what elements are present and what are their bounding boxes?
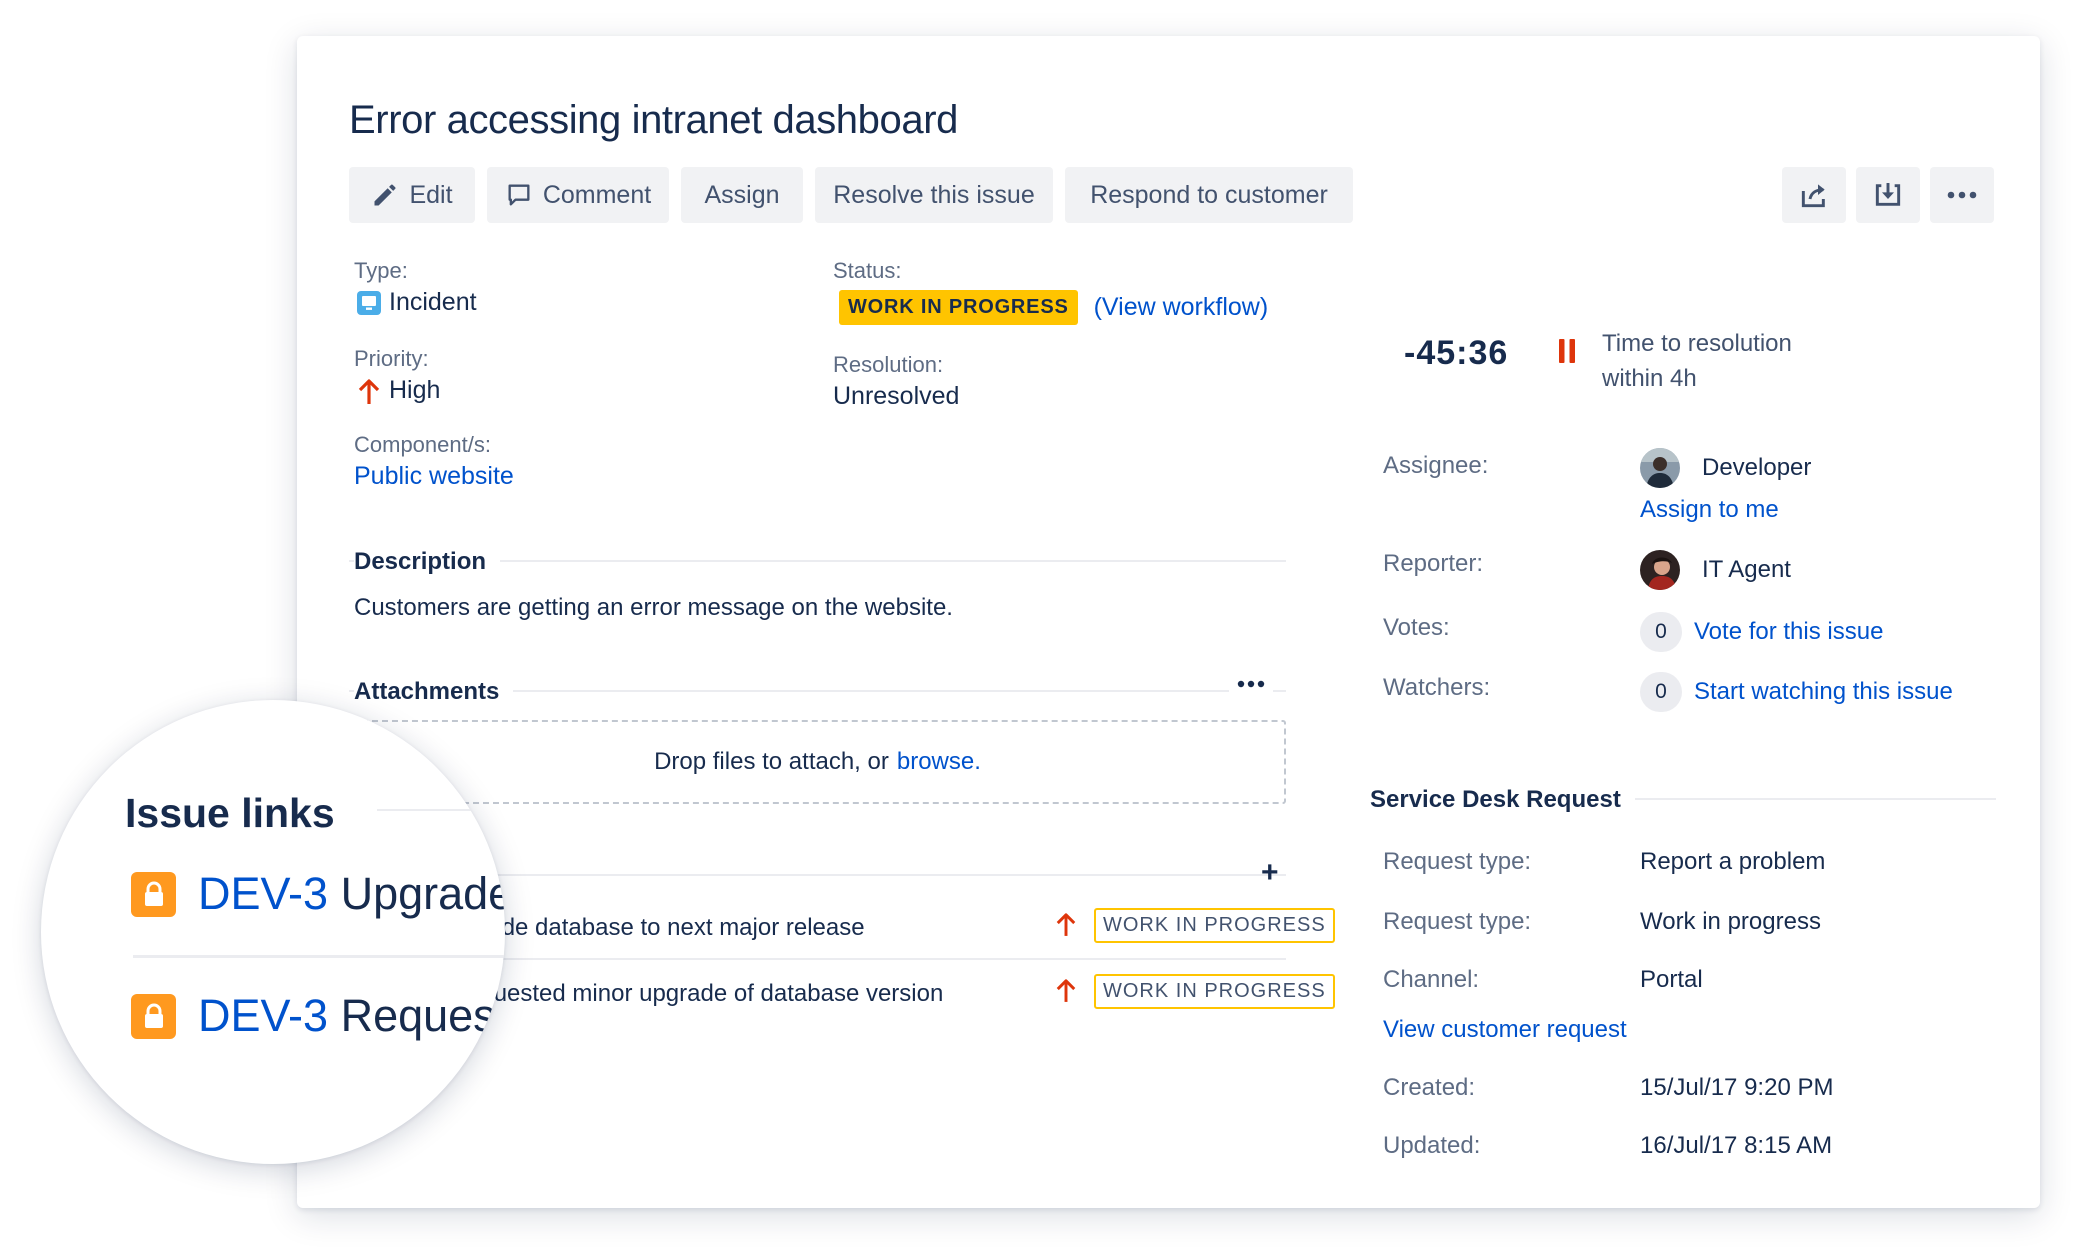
reporter-value: IT Agent bbox=[1640, 550, 1791, 590]
issue-link-summary[interactable]: Upgrade bbox=[341, 868, 505, 919]
priority-value: High bbox=[357, 376, 440, 405]
issue-link-row[interactable]: DEV-3 Reques bbox=[131, 990, 496, 1042]
service-desk-heading: Service Desk Request bbox=[1370, 786, 1635, 814]
description-text: Customers are getting an error message o… bbox=[354, 594, 953, 621]
resolve-issue-button[interactable]: Resolve this issue bbox=[815, 167, 1053, 223]
more-icon bbox=[1237, 680, 1265, 688]
votes-value: 0 Vote for this issue bbox=[1640, 612, 1883, 652]
priority-label: Priority: bbox=[354, 346, 429, 371]
comment-label: Comment bbox=[542, 180, 652, 209]
component-label: Component/s: bbox=[354, 432, 491, 457]
drop-text: Drop files to attach, or bbox=[654, 748, 889, 775]
comment-icon bbox=[508, 184, 530, 206]
assign-to-me-link[interactable]: Assign to me bbox=[1640, 496, 1779, 524]
share-icon bbox=[1801, 184, 1825, 208]
share-button[interactable] bbox=[1782, 167, 1846, 223]
created-value: 15/Jul/17 9:20 PM bbox=[1640, 1074, 1834, 1101]
issue-card: Error accessing intranet dashboard Edit … bbox=[297, 36, 2040, 1208]
status-lozenge: WORK IN PROGRESS bbox=[839, 290, 1078, 325]
assign-button[interactable]: Assign bbox=[681, 167, 803, 223]
edit-button[interactable]: Edit bbox=[349, 167, 475, 223]
request-type-value: Report a problem bbox=[1640, 848, 1826, 875]
request-type-label: Request type: bbox=[1383, 908, 1532, 935]
avatar bbox=[1640, 448, 1680, 488]
pencil-icon bbox=[374, 184, 396, 206]
respond-to-customer-button[interactable]: Respond to customer bbox=[1065, 167, 1353, 223]
resolution-value: Unresolved bbox=[833, 382, 960, 410]
assignee-value: Developer bbox=[1640, 448, 1811, 488]
request-type-value: Work in progress bbox=[1640, 908, 1821, 935]
description-heading: Description bbox=[354, 548, 501, 576]
incident-icon bbox=[357, 290, 381, 315]
arrow-up-icon bbox=[358, 378, 380, 404]
respond-label: Respond to customer bbox=[1090, 180, 1328, 209]
add-issue-link-button[interactable]: + bbox=[1261, 856, 1279, 890]
channel-value: Portal bbox=[1640, 966, 1703, 993]
attachment-dropzone[interactable]: Drop files to attach, or browse. bbox=[349, 720, 1286, 804]
more-icon bbox=[1947, 191, 1977, 199]
assignee-label: Assignee: bbox=[1383, 452, 1489, 479]
download-icon bbox=[1875, 183, 1901, 206]
issue-links-magnifier: Issue links DEV-3 Upgrade DEV-3 Reques bbox=[41, 700, 505, 1164]
lock-icon bbox=[131, 871, 176, 917]
sla-window: within 4h bbox=[1602, 365, 1697, 392]
created-label: Created: bbox=[1383, 1074, 1476, 1101]
watchers-count-badge: 0 bbox=[1640, 672, 1682, 712]
issue-link-summary[interactable]: Reques bbox=[341, 990, 496, 1041]
component-link[interactable]: Public website bbox=[354, 462, 514, 491]
votes-label: Votes: bbox=[1383, 614, 1450, 641]
type-label: Type: bbox=[354, 258, 408, 283]
status-row: WORK IN PROGRESS (View workflow) bbox=[839, 290, 1268, 325]
reporter-name: IT Agent bbox=[1702, 556, 1791, 583]
status-label: Status: bbox=[833, 258, 902, 283]
issue-links-heading-rule bbox=[377, 809, 505, 811]
comment-button[interactable]: Comment bbox=[487, 167, 669, 223]
channel-label: Channel: bbox=[1383, 966, 1480, 993]
avatar bbox=[1640, 550, 1680, 590]
type-value: Incident bbox=[357, 288, 477, 317]
issue-links-divider bbox=[133, 955, 505, 958]
issue-link-key[interactable]: DEV-3 bbox=[198, 990, 328, 1041]
votes-count-badge: 0 bbox=[1640, 612, 1682, 652]
assignee-name: Developer bbox=[1702, 454, 1812, 481]
edit-label: Edit bbox=[409, 180, 453, 209]
linked-issue-status: WORK IN PROGRESS bbox=[1094, 974, 1335, 1009]
issue-link-row[interactable]: DEV-3 Upgrade bbox=[131, 868, 505, 920]
request-type-label: Request type: bbox=[1383, 848, 1532, 875]
more-actions-button[interactable] bbox=[1930, 167, 1994, 223]
sla-goal: Time to resolution bbox=[1602, 330, 1792, 357]
reporter-label: Reporter: bbox=[1383, 550, 1484, 577]
arrow-up-icon bbox=[1056, 979, 1076, 1002]
issue-link-key[interactable]: DEV-3 bbox=[198, 868, 328, 919]
priority-text: High bbox=[389, 376, 441, 404]
export-button[interactable] bbox=[1856, 167, 1920, 223]
lock-icon bbox=[131, 993, 176, 1039]
view-workflow-link[interactable]: (View workflow) bbox=[1094, 293, 1269, 322]
sla-timer: -45:36 bbox=[1404, 334, 1509, 372]
linked-issue-status: WORK IN PROGRESS bbox=[1094, 908, 1335, 943]
updated-value: 16/Jul/17 8:15 AM bbox=[1640, 1132, 1833, 1159]
linked-issue-summary[interactable]: equested minor upgrade of database versi… bbox=[467, 980, 943, 1008]
watchers-label: Watchers: bbox=[1383, 674, 1491, 701]
resolution-label: Resolution: bbox=[833, 352, 944, 377]
vote-link[interactable]: Vote for this issue bbox=[1694, 618, 1883, 646]
linked-issue-summary[interactable]: grade database to next major release bbox=[467, 914, 865, 942]
assign-label: Assign bbox=[704, 180, 780, 209]
pause-icon[interactable] bbox=[1558, 338, 1576, 364]
attachments-heading: Attachments bbox=[354, 678, 514, 706]
sla-description: Time to resolution within 4h bbox=[1602, 326, 1792, 396]
issue-title: Error accessing intranet dashboard bbox=[349, 98, 958, 142]
updated-label: Updated: bbox=[1383, 1132, 1481, 1159]
type-text: Incident bbox=[389, 288, 477, 316]
browse-link[interactable]: browse. bbox=[897, 748, 981, 776]
watch-link[interactable]: Start watching this issue bbox=[1694, 678, 1953, 706]
arrow-up-icon bbox=[1056, 913, 1076, 936]
issue-links-heading: Issue links bbox=[125, 790, 335, 836]
view-customer-request-link[interactable]: View customer request bbox=[1383, 1016, 1627, 1044]
watchers-value: 0 Start watching this issue bbox=[1640, 672, 1953, 712]
attachments-more-button[interactable] bbox=[1229, 676, 1273, 694]
resolve-label: Resolve this issue bbox=[833, 180, 1035, 209]
